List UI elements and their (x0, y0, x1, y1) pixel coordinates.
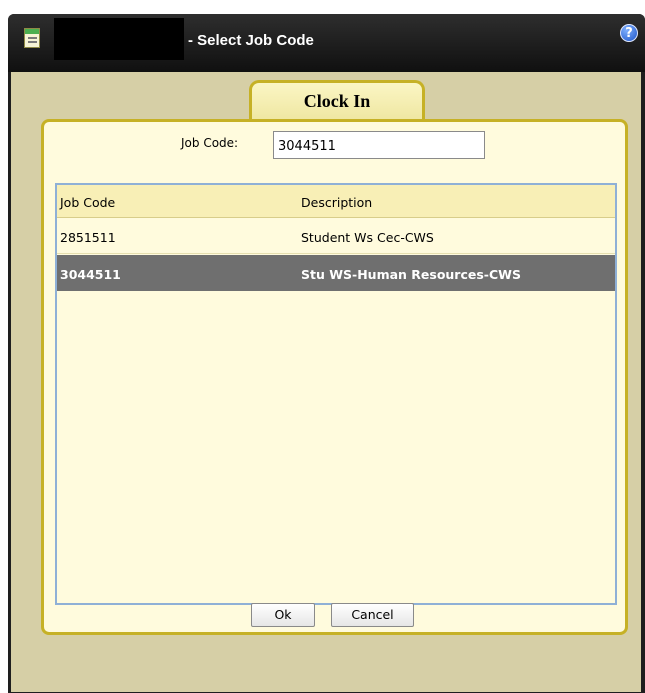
row-description: Student Ws Cec-CWS (301, 230, 434, 245)
notepad-icon (24, 28, 40, 48)
row-job-code: 2851511 (60, 230, 116, 245)
column-header-job-code[interactable]: Job Code (60, 195, 115, 210)
row-description: Stu WS-Human Resources-CWS (301, 267, 521, 282)
job-code-input[interactable] (273, 131, 485, 159)
select-job-code-dialog: - Select Job Code ? Clock In Job Code: J… (8, 14, 645, 693)
ok-button[interactable]: Ok (251, 603, 315, 627)
clock-in-panel: Job Code: Job Code Description 2851511 S… (41, 119, 628, 635)
title-bar: - Select Job Code ? (8, 14, 645, 72)
table-row[interactable]: 2851511 Student Ws Cec-CWS (57, 218, 615, 254)
table-row-selected[interactable]: 3044511 Stu WS-Human Resources-CWS (57, 255, 615, 291)
row-job-code: 3044511 (60, 267, 121, 282)
tab-clock-in[interactable]: Clock In (249, 80, 425, 122)
dialog-content: Clock In Job Code: Job Code Description … (11, 72, 641, 692)
redacted-block (54, 18, 184, 60)
help-icon[interactable]: ? (620, 24, 638, 42)
window-title: - Select Job Code (188, 32, 314, 49)
cancel-button[interactable]: Cancel (331, 603, 414, 627)
job-code-grid: Job Code Description 2851511 Student Ws … (55, 183, 617, 605)
column-header-description[interactable]: Description (301, 195, 372, 210)
grid-header: Job Code Description (57, 185, 615, 218)
job-code-label: Job Code: (181, 136, 239, 150)
